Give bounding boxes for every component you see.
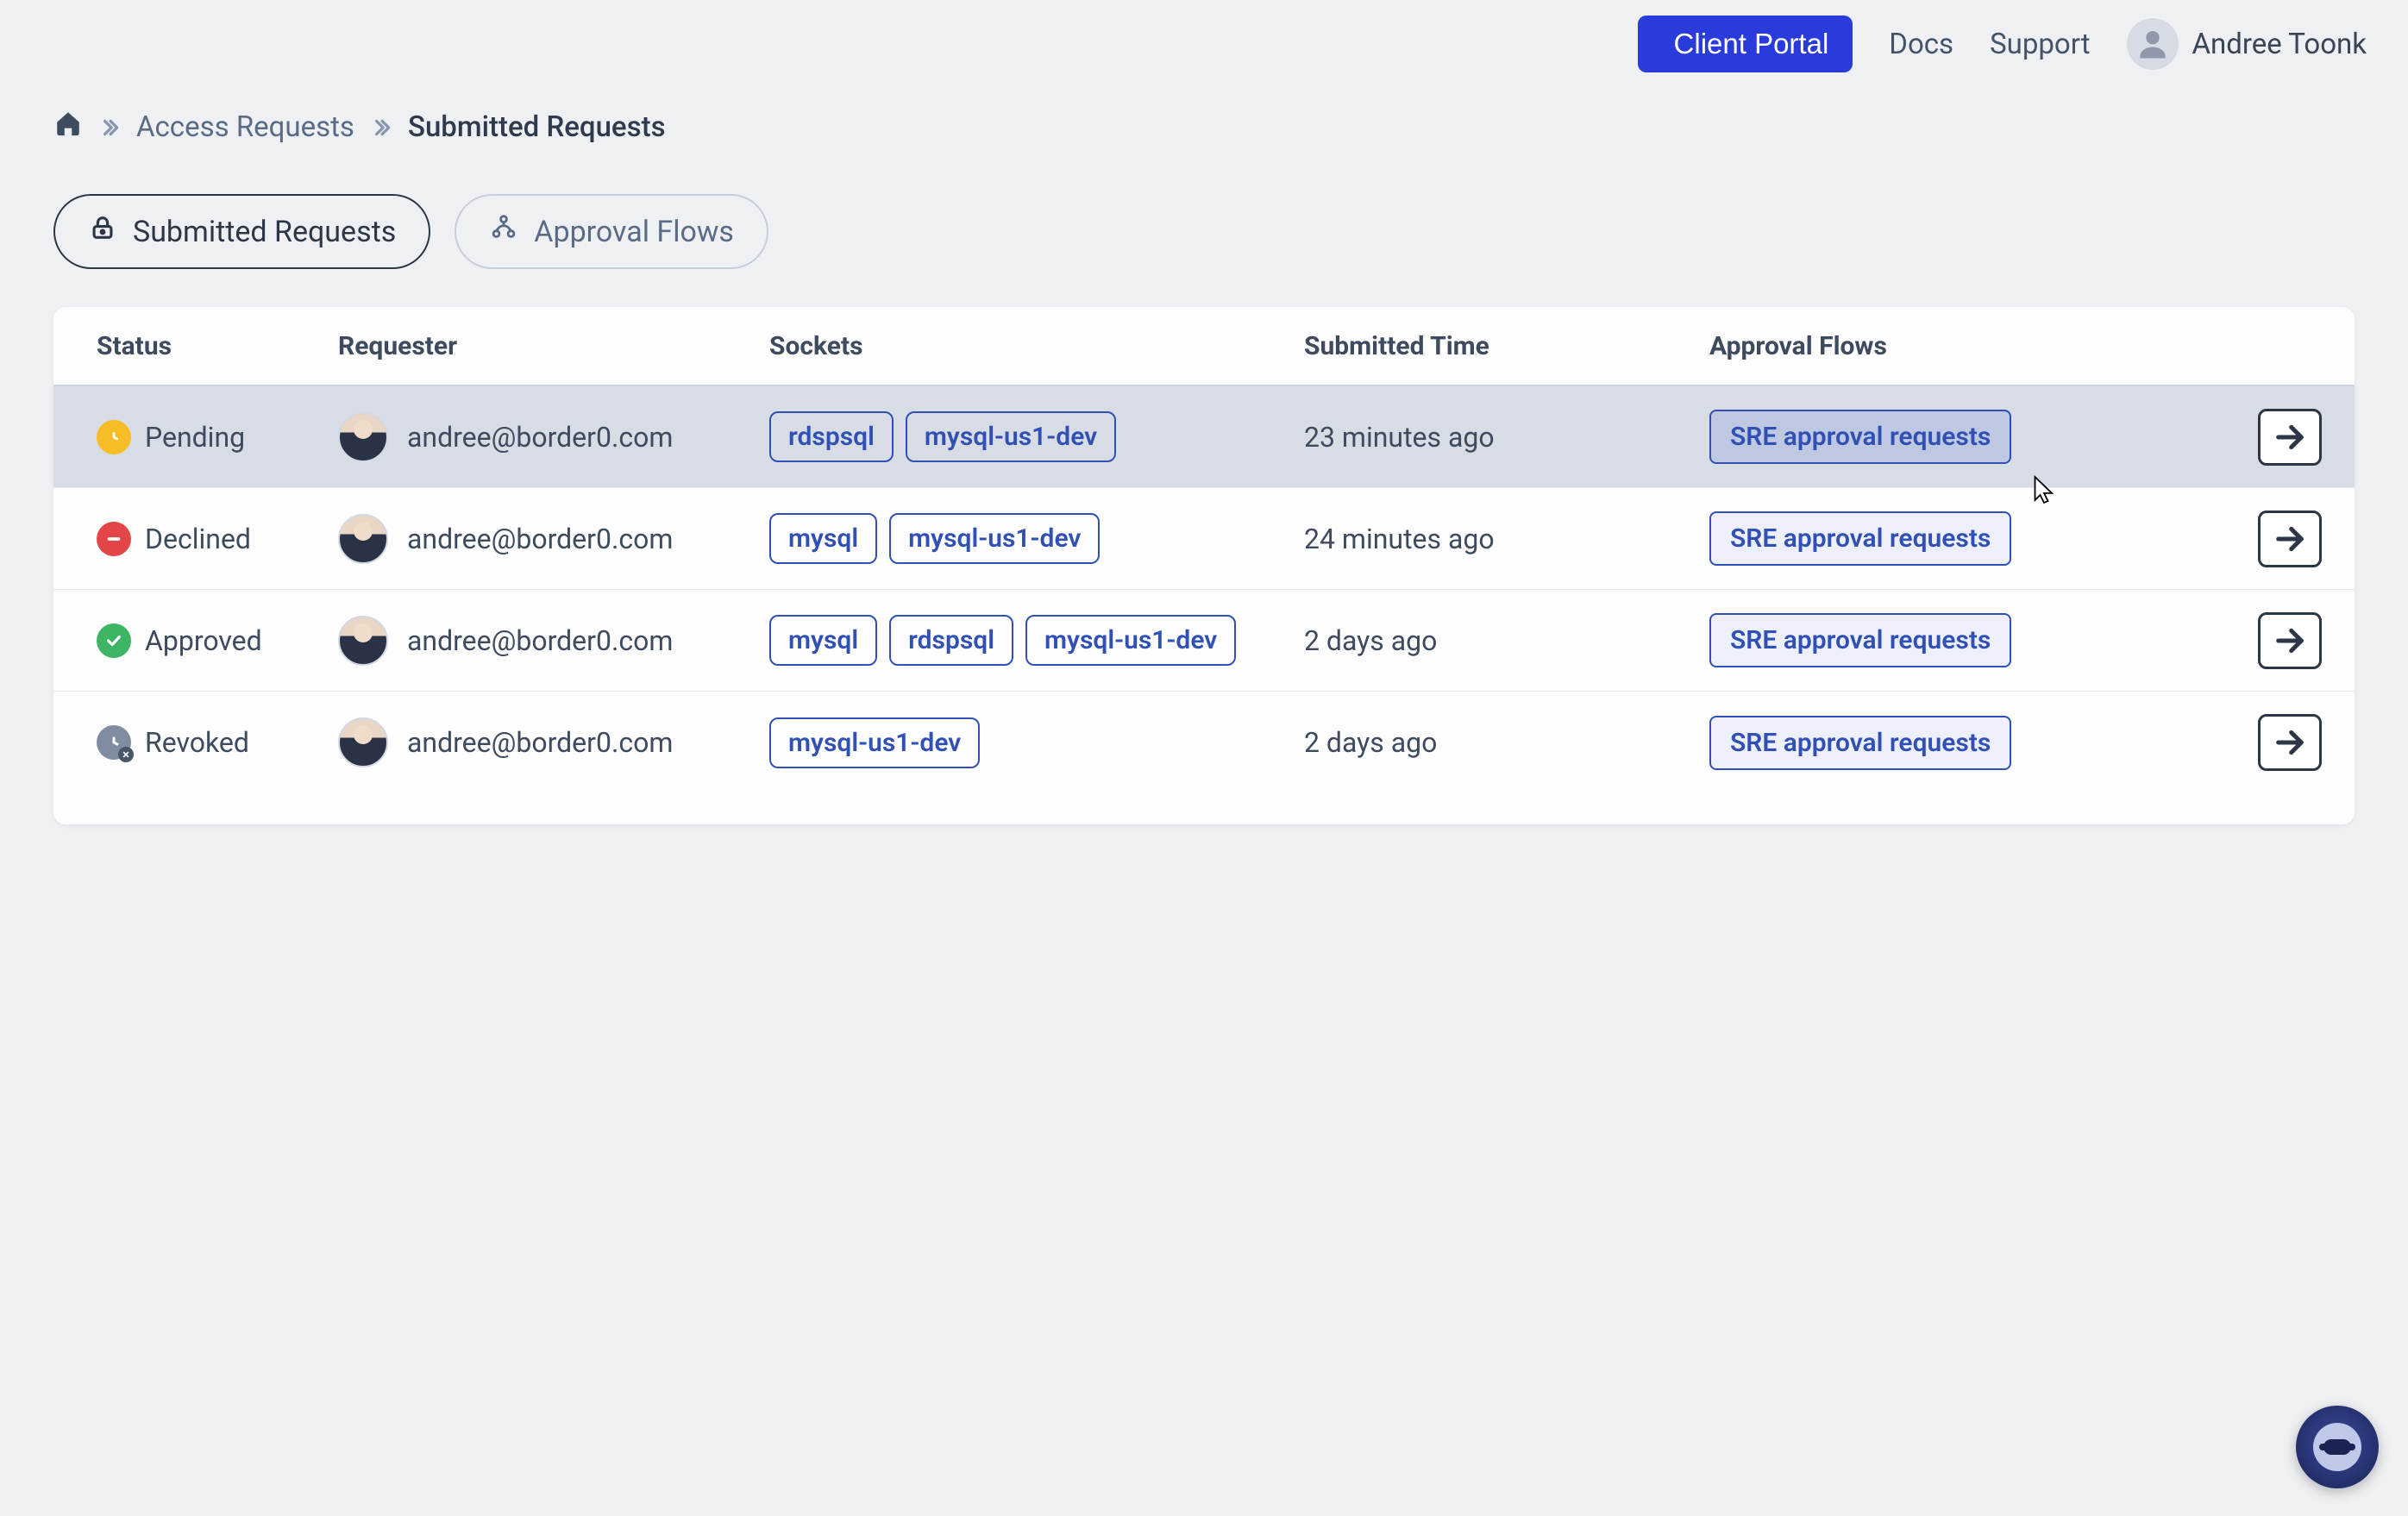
submitted-time: 2 days ago xyxy=(1304,726,1709,759)
submitted-time: 24 minutes ago xyxy=(1304,523,1709,555)
col-header-sockets: Sockets xyxy=(769,331,1304,361)
status-label: Declined xyxy=(145,523,251,555)
breadcrumb: Access Requests Submitted Requests xyxy=(0,72,2408,146)
requester-email: andree@border0.com xyxy=(407,726,673,759)
user-name-label: Andree Toonk xyxy=(2192,28,2367,61)
col-header-flows: Approval Flows xyxy=(1709,331,2106,361)
col-header-status: Status xyxy=(97,331,338,361)
table-header-row: Status Requester Sockets Submitted Time … xyxy=(53,307,2355,386)
flow-icon xyxy=(489,213,518,250)
col-header-requester: Requester xyxy=(338,331,769,361)
chat-widget-button[interactable] xyxy=(2296,1406,2379,1488)
view-request-button[interactable] xyxy=(2258,714,2322,771)
socket-tag[interactable]: mysql xyxy=(769,615,877,666)
col-header-submitted: Submitted Time xyxy=(1304,331,1709,361)
requester-email: andree@border0.com xyxy=(407,523,673,555)
requester-avatar xyxy=(338,616,388,666)
docs-link[interactable]: Docs xyxy=(1889,28,1953,61)
socket-tag[interactable]: mysql-us1-dev xyxy=(889,513,1100,564)
table-row[interactable]: Approved andree@border0.com mysqlrdspsqlmy… xyxy=(53,590,2355,692)
approval-flow-pill[interactable]: SRE approval requests xyxy=(1709,613,2011,667)
status-label: Revoked xyxy=(145,726,249,759)
tab-submitted-requests[interactable]: Submitted Requests xyxy=(53,194,430,269)
home-icon[interactable] xyxy=(53,109,83,146)
lock-icon xyxy=(88,213,117,250)
status-label: Pending xyxy=(145,421,245,454)
client-portal-button[interactable]: Client Portal xyxy=(1638,16,1853,72)
requester-avatar xyxy=(338,514,388,564)
table-row[interactable]: Revoked andree@border0.com mysql-us1-dev 2 … xyxy=(53,692,2355,793)
submitted-time: 2 days ago xyxy=(1304,624,1709,657)
status-label: Approved xyxy=(145,624,262,657)
requester-email: andree@border0.com xyxy=(407,624,673,657)
declined-status-icon xyxy=(97,522,131,556)
table-row[interactable]: Declined andree@border0.com mysqlmysql-us1… xyxy=(53,488,2355,590)
approval-flow-pill[interactable]: SRE approval requests xyxy=(1709,410,2011,464)
approved-status-icon xyxy=(97,623,131,658)
view-request-button[interactable] xyxy=(2258,409,2322,466)
requester-avatar xyxy=(338,717,388,767)
chevron-right-icon xyxy=(98,116,121,139)
socket-tag[interactable]: mysql-us1-dev xyxy=(1025,615,1236,666)
breadcrumb-link-access-requests[interactable]: Access Requests xyxy=(136,110,354,144)
tab-approval-flows[interactable]: Approval Flows xyxy=(455,194,768,269)
pending-status-icon xyxy=(97,420,131,454)
tab-label: Submitted Requests xyxy=(133,215,396,249)
socket-tag[interactable]: rdspsql xyxy=(889,615,1013,666)
chevron-right-icon xyxy=(370,116,392,139)
user-menu[interactable]: Andree Toonk xyxy=(2127,18,2367,70)
requests-table: Status Requester Sockets Submitted Time … xyxy=(53,307,2355,824)
approval-flow-pill[interactable]: SRE approval requests xyxy=(1709,716,2011,770)
tab-label: Approval Flows xyxy=(534,215,734,249)
chat-bot-icon xyxy=(2313,1423,2361,1471)
socket-tag[interactable]: mysql-us1-dev xyxy=(906,411,1116,462)
submitted-time: 23 minutes ago xyxy=(1304,421,1709,454)
socket-tag[interactable]: mysql xyxy=(769,513,877,564)
requester-email: andree@border0.com xyxy=(407,421,673,454)
socket-tag[interactable]: rdspsql xyxy=(769,411,894,462)
user-avatar-icon xyxy=(2127,18,2179,70)
breadcrumb-current: Submitted Requests xyxy=(408,110,666,144)
revoked-status-icon xyxy=(97,725,131,760)
requester-avatar xyxy=(338,412,388,462)
approval-flow-pill[interactable]: SRE approval requests xyxy=(1709,511,2011,566)
view-request-button[interactable] xyxy=(2258,511,2322,567)
table-row[interactable]: Pending andree@border0.com rdspsqlmysql-us… xyxy=(53,386,2355,488)
client-portal-label: Client Portal xyxy=(1674,28,1829,60)
socket-tag[interactable]: mysql-us1-dev xyxy=(769,717,980,768)
view-request-button[interactable] xyxy=(2258,612,2322,669)
support-link[interactable]: Support xyxy=(1990,28,2090,61)
